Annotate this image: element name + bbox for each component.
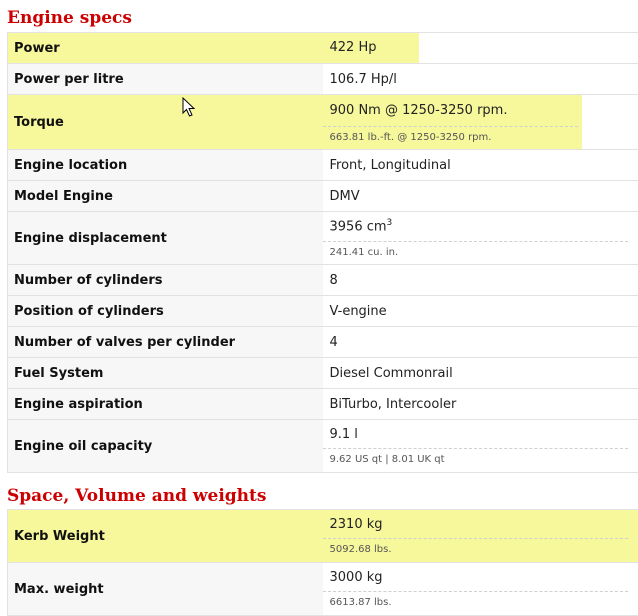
spec-row-engine-displacement: Engine displacement 3956 cm3 241.41 cu. … [8,212,638,265]
mouse-pointer-icon [182,97,196,117]
spec-value-cell: 422 Hp [323,33,638,64]
spec-value-cell: 8 [323,265,638,296]
spec-value-cell: 3000 kg 6613.87 lbs. [323,563,638,616]
spec-value: 900 Nm @ 1250-3250 rpm. [323,103,582,126]
spec-value-cell: 2310 kg 5092.68 lbs. [323,510,638,563]
spec-row-valves-per-cylinder: Number of valves per cylinder 4 [8,327,638,358]
spec-sub-value: 241.41 cu. in. [323,241,629,258]
spec-label: Power per litre [8,64,323,95]
spec-value: BiTurbo, Intercooler [323,397,638,412]
spec-value: DMV [323,189,638,204]
spec-label: Model Engine [8,181,323,212]
spec-value: 2310 kg [323,517,638,538]
spec-row-torque: Torque 900 Nm @ 1250-3250 rpm. 663.81 lb… [8,95,638,150]
spec-label: Engine oil capacity [8,420,323,473]
spec-value: V-engine [323,304,638,319]
spec-row-position-of-cylinders: Position of cylinders V-engine [8,296,638,327]
spec-value-cell: 4 [323,327,638,358]
spec-value: 3956 cm [330,220,387,235]
spec-label: Engine aspiration [8,389,323,420]
spec-label: Max. weight [8,563,323,616]
spec-value-cell: 106.7 Hp/l [323,64,638,95]
spec-value: Front, Longitudinal [323,158,638,173]
spec-row-kerb-weight: Kerb Weight 2310 kg 5092.68 lbs. [8,510,638,563]
spec-value: 9.1 l [323,427,638,448]
spec-sub-value: 5092.68 lbs. [323,538,629,555]
spec-value-cell: Front, Longitudinal [323,150,638,181]
unit-superscript: 3 [387,218,393,228]
spec-value-cell: 3956 cm3 241.41 cu. in. [323,212,638,265]
spec-value-cell: Diesel Commonrail [323,358,638,389]
spec-value-cell: DMV [323,181,638,212]
spec-row-engine-location: Engine location Front, Longitudinal [8,150,638,181]
spec-label: Torque [8,95,323,150]
engine-specs-table: Power 422 Hp Power per litre 106.7 Hp/l … [7,32,638,473]
spec-value: 106.7 Hp/l [323,72,638,87]
spec-label: Number of cylinders [8,265,323,296]
spec-sub-value: 9.62 US qt | 8.01 UK qt [323,448,629,465]
spec-label: Number of valves per cylinder [8,327,323,358]
spec-row-max-weight: Max. weight 3000 kg 6613.87 lbs. [8,563,638,616]
spec-label: Kerb Weight [8,510,323,563]
spec-sub-value: 6613.87 lbs. [323,591,629,608]
spec-value-cell: V-engine [323,296,638,327]
spec-value: 3000 kg [323,570,638,591]
section-title-space-volume-weights: Space, Volume and weights [7,486,266,506]
spec-label: Engine displacement [8,212,323,265]
spec-value: 8 [323,273,638,288]
spec-label: Fuel System [8,358,323,389]
spec-row-engine-aspiration: Engine aspiration BiTurbo, Intercooler [8,389,638,420]
spec-label: Position of cylinders [8,296,323,327]
spec-row-model-engine: Model Engine DMV [8,181,638,212]
spec-value: 422 Hp [323,33,419,63]
spec-row-engine-oil-capacity: Engine oil capacity 9.1 l 9.62 US qt | 8… [8,420,638,473]
spec-row-power: Power 422 Hp [8,33,638,64]
spec-row-fuel-system: Fuel System Diesel Commonrail [8,358,638,389]
section-title-engine-specs: Engine specs [7,8,132,28]
spec-row-number-of-cylinders: Number of cylinders 8 [8,265,638,296]
spec-sub-value: 663.81 lb.-ft. @ 1250-3250 rpm. [323,126,578,143]
spec-value-cell: 9.1 l 9.62 US qt | 8.01 UK qt [323,420,638,473]
spec-value-cell: BiTurbo, Intercooler [323,389,638,420]
weights-table: Kerb Weight 2310 kg 5092.68 lbs. Max. we… [7,509,638,616]
spec-label: Power [8,33,323,64]
spec-row-power-per-litre: Power per litre 106.7 Hp/l [8,64,638,95]
spec-value-cell: 900 Nm @ 1250-3250 rpm. 663.81 lb.-ft. @… [323,95,638,150]
spec-label: Engine location [8,150,323,181]
spec-value: Diesel Commonrail [323,366,638,381]
spec-value: 4 [323,335,638,350]
